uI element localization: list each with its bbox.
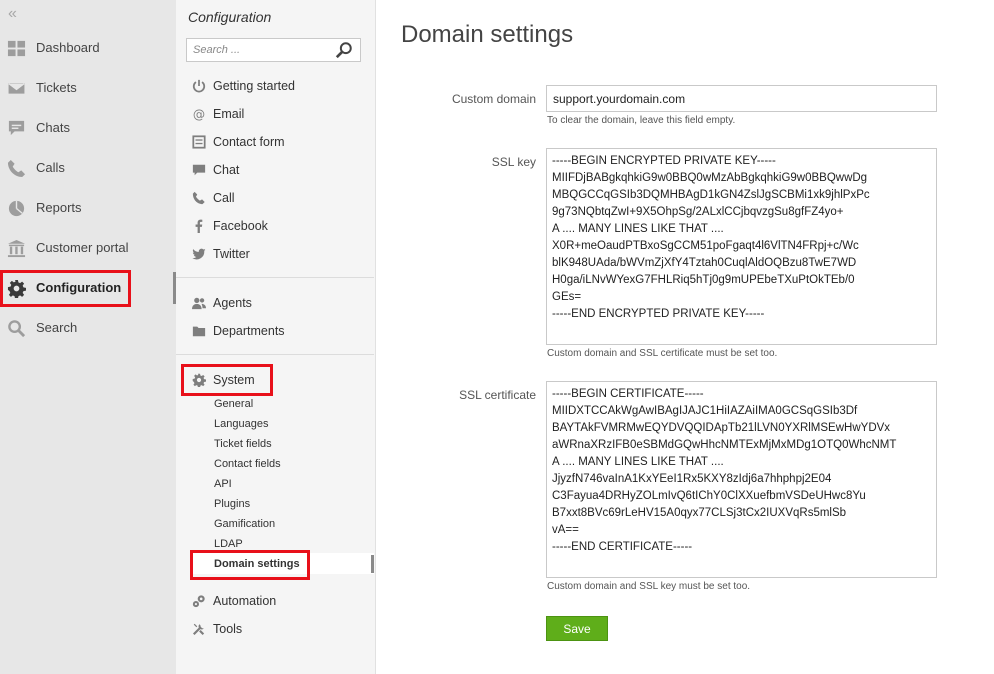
power-icon xyxy=(192,79,206,93)
search-icon xyxy=(6,319,26,337)
building-icon xyxy=(6,239,26,257)
highlight-box-domain-settings xyxy=(190,550,310,580)
phone-icon xyxy=(6,159,26,177)
divider xyxy=(176,354,374,355)
at-sign-icon: @ xyxy=(192,107,206,121)
menu-call[interactable]: Call xyxy=(192,186,372,210)
facebook-icon xyxy=(192,219,206,233)
active-indicator xyxy=(371,555,374,573)
custom-domain-input[interactable] xyxy=(546,85,937,112)
envelope-icon xyxy=(6,79,26,97)
config-search-box xyxy=(186,38,361,62)
menu-label: Call xyxy=(213,191,235,205)
submenu-contact-fields[interactable]: Contact fields xyxy=(214,454,281,474)
menu-label: Getting started xyxy=(213,79,295,93)
dashboard-icon xyxy=(6,39,26,57)
nav-item-label: Reports xyxy=(36,200,82,215)
highlight-box-configuration xyxy=(0,270,131,307)
phone-icon xyxy=(192,191,206,205)
ssl-key-label: SSL key xyxy=(491,155,536,169)
menu-chat[interactable]: Chat xyxy=(192,158,372,182)
folder-icon xyxy=(192,324,206,338)
custom-domain-label: Custom domain xyxy=(451,92,536,106)
svg-text:@: @ xyxy=(193,107,205,121)
nav-item-dashboard[interactable]: Dashboard xyxy=(0,28,176,68)
nav-item-reports[interactable]: Reports xyxy=(0,188,176,228)
menu-automation[interactable]: Automation xyxy=(192,589,372,613)
form-icon xyxy=(192,135,206,149)
menu-contact-form[interactable]: Contact form xyxy=(192,130,372,154)
search-icon[interactable] xyxy=(335,41,353,59)
ssl-certificate-hint: Custom domain and SSL key must be set to… xyxy=(547,581,751,592)
nav-item-label: Tickets xyxy=(36,80,77,95)
submenu-general[interactable]: General xyxy=(214,394,253,414)
nav-item-calls[interactable]: Calls xyxy=(0,148,176,188)
nav-item-tickets[interactable]: Tickets xyxy=(0,68,176,108)
custom-domain-hint: To clear the domain, leave this field em… xyxy=(547,115,736,126)
menu-label: Departments xyxy=(213,324,285,338)
menu-getting-started[interactable]: Getting started xyxy=(192,74,372,98)
nav-item-label: Calls xyxy=(36,160,65,175)
chat-bubble-icon xyxy=(192,163,206,177)
ssl-key-hint: Custom domain and SSL certificate must b… xyxy=(547,348,778,359)
menu-facebook[interactable]: Facebook xyxy=(192,214,372,238)
nav-item-label: Dashboard xyxy=(36,40,100,55)
menu-email[interactable]: @ Email xyxy=(192,102,372,126)
submenu-languages[interactable]: Languages xyxy=(214,414,268,434)
divider xyxy=(176,277,374,278)
menu-label: Automation xyxy=(213,594,277,608)
menu-agents[interactable]: Agents xyxy=(192,291,372,315)
submenu-api[interactable]: API xyxy=(214,474,232,494)
submenu-gamification[interactable]: Gamification xyxy=(214,514,275,534)
pie-chart-icon xyxy=(6,199,26,217)
nav-item-label: Customer portal xyxy=(36,240,129,255)
save-button[interactable]: Save xyxy=(546,616,608,641)
submenu-plugins[interactable]: Plugins xyxy=(214,494,250,514)
ssl-certificate-textarea[interactable]: -----BEGIN CERTIFICATE----- MIIDXTCCAkWg… xyxy=(546,381,937,578)
menu-label: Facebook xyxy=(213,219,268,233)
menu-label: Email xyxy=(213,107,245,121)
menu-departments[interactable]: Departments xyxy=(192,319,372,343)
left-navigation: « Dashboard Tickets Chats Calls Reports xyxy=(0,0,176,674)
nav-item-chats[interactable]: Chats xyxy=(0,108,176,148)
users-icon xyxy=(192,296,206,310)
nav-item-label: Search xyxy=(36,320,78,335)
submenu-ticket-fields[interactable]: Ticket fields xyxy=(214,434,272,454)
menu-label: Twitter xyxy=(213,247,250,261)
highlight-box-system xyxy=(181,364,273,396)
config-search-input[interactable] xyxy=(187,39,332,61)
menu-label: Tools xyxy=(213,622,243,636)
ssl-key-textarea[interactable]: -----BEGIN ENCRYPTED PRIVATE KEY----- MI… xyxy=(546,148,937,345)
menu-label: Chat xyxy=(213,163,240,177)
gears-icon xyxy=(192,594,206,608)
menu-label: Contact form xyxy=(213,135,285,149)
tools-icon xyxy=(192,622,206,636)
page-title: Domain settings xyxy=(401,21,574,48)
twitter-icon xyxy=(192,247,206,261)
collapse-sidebar-icon[interactable]: « xyxy=(8,4,17,24)
nav-item-search[interactable]: Search xyxy=(0,308,176,348)
panel-title: Configuration xyxy=(188,9,272,25)
menu-label: Agents xyxy=(213,296,252,310)
nav-item-label: Chats xyxy=(36,120,70,135)
menu-tools[interactable]: Tools xyxy=(192,617,372,641)
nav-item-customer-portal[interactable]: Customer portal xyxy=(0,228,176,268)
chat-bubble-icon xyxy=(6,119,26,137)
menu-twitter[interactable]: Twitter xyxy=(192,242,372,266)
ssl-certificate-label: SSL certificate xyxy=(459,388,536,402)
